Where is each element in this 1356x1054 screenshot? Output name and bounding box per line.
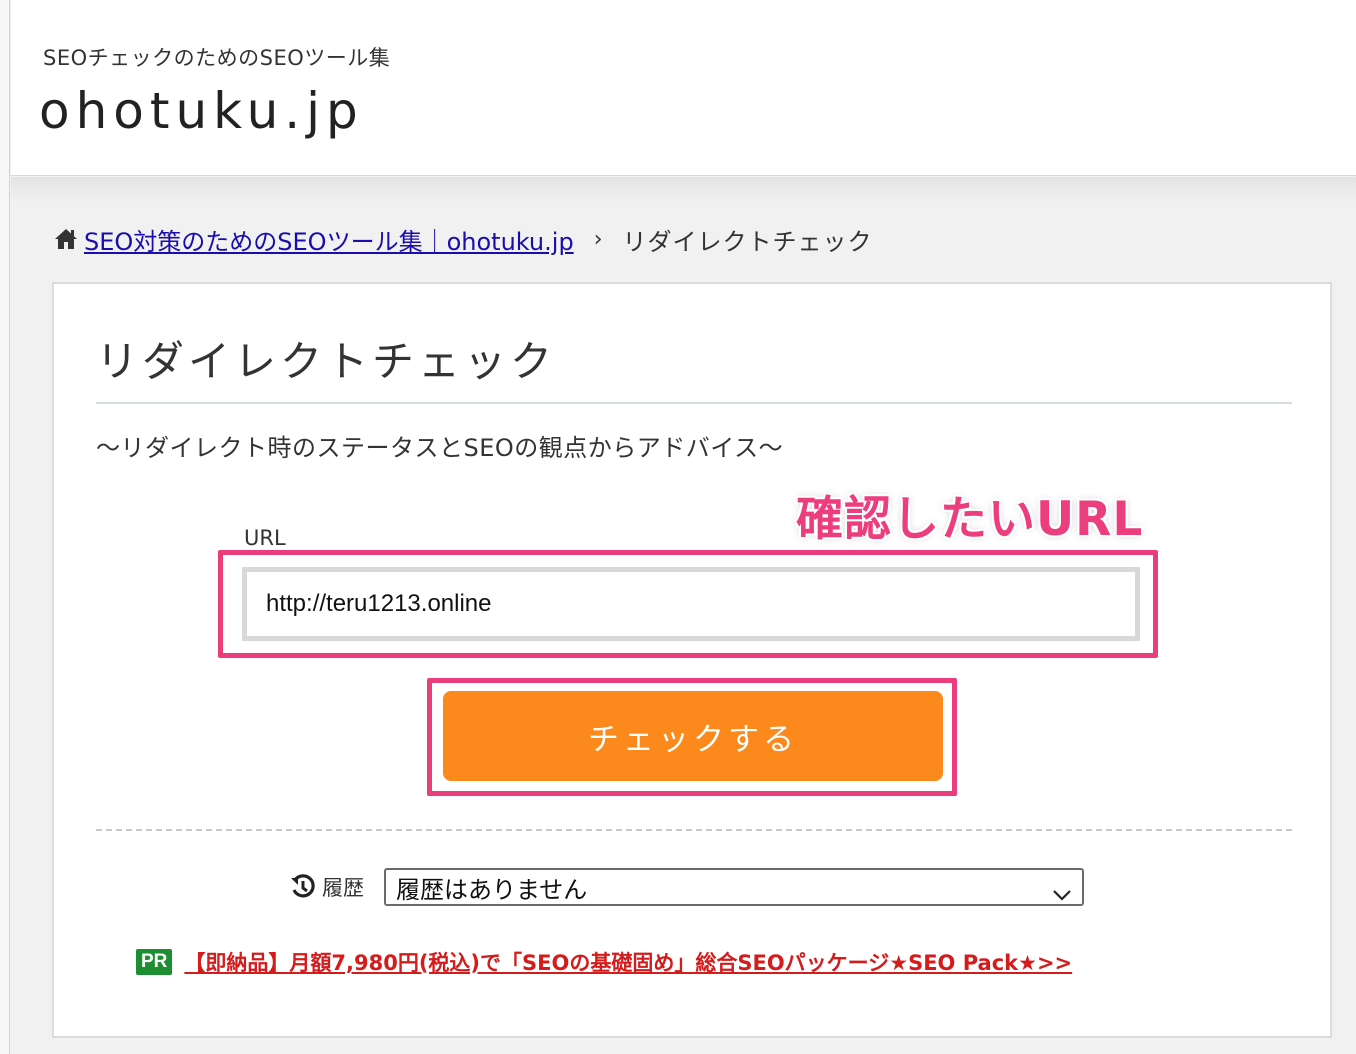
history-select[interactable]: 履歴はありません	[384, 868, 1084, 906]
page-subtitle: ～リダイレクト時のステータスとSEOの観点からアドバイス～	[96, 434, 784, 462]
section-divider	[96, 829, 1292, 831]
breadcrumb-current: リダイレクトチェック	[622, 227, 873, 256]
page-title: リダイレクトチェック	[96, 337, 557, 386]
history-label: 履歴	[322, 876, 364, 900]
history-icon	[290, 874, 316, 900]
title-divider	[96, 402, 1292, 404]
chevron-right-icon: ›	[593, 226, 603, 252]
breadcrumb: SEO対策のためのSEOツール集｜ohotuku.jp › リダイレクトチェック	[54, 222, 873, 256]
history-selected-value: 履歴はありません	[396, 875, 588, 904]
site-header: SEOチェックのためのSEOツール集 ohotuku.jp	[11, 0, 1356, 176]
site-logo[interactable]: ohotuku.jp	[39, 82, 364, 140]
tool-card: リダイレクトチェック ～リダイレクト時のステータスとSEOの観点からアドバイス～…	[52, 282, 1332, 1038]
history-row: 履歴 履歴はありません	[290, 868, 1084, 906]
left-border	[0, 0, 10, 1054]
pr-badge: PR	[136, 949, 173, 975]
check-button[interactable]: チェックする	[443, 691, 943, 781]
site-tagline: SEOチェックのためのSEOツール集	[43, 46, 391, 70]
promo-row: PR 【即納品】月額7,980円(税込)で「SEOの基礎固め」総合SEOパッケー…	[136, 944, 1072, 980]
url-label: URL	[244, 526, 286, 550]
url-input[interactable]	[242, 567, 1140, 641]
home-icon[interactable]	[54, 228, 78, 250]
annotation-label: 確認したいURL	[796, 492, 1144, 547]
chevron-down-icon	[1052, 880, 1072, 901]
breadcrumb-home-link[interactable]: SEO対策のためのSEOツール集｜ohotuku.jp	[84, 222, 574, 257]
promo-link[interactable]: 【即納品】月額7,980円(税込)で「SEOの基礎固め」総合SEOパッケージ★S…	[184, 947, 1072, 977]
